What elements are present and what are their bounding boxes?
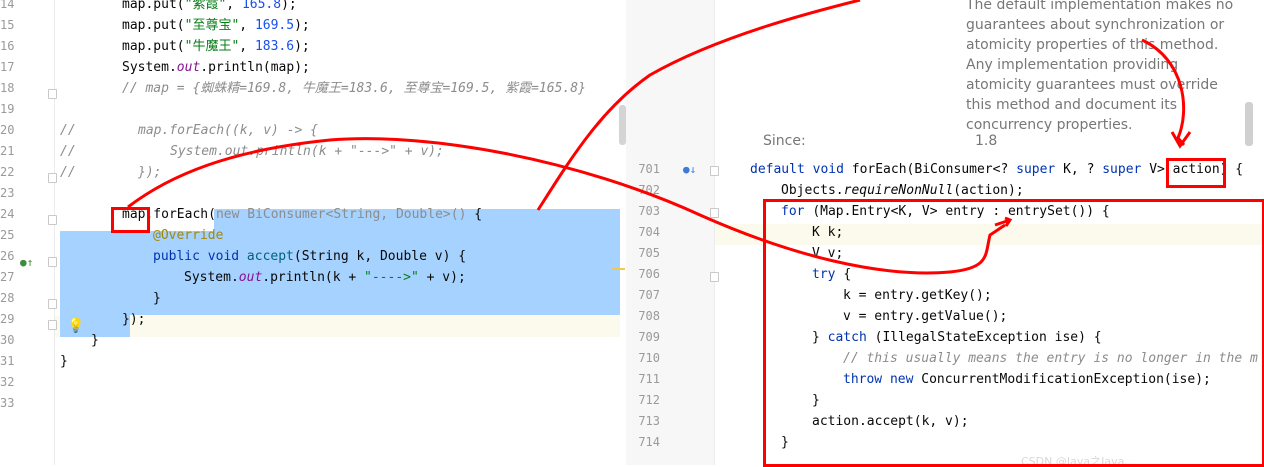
code-line-16: map.put("牛魔王", 183.6); xyxy=(122,39,310,54)
line-number: 21 xyxy=(0,144,15,158)
line-number: 710 xyxy=(638,351,660,365)
line-number: 713 xyxy=(638,414,660,428)
left-scrollbar-thumb[interactable] xyxy=(619,105,626,145)
code-line-26: public void accept(String k, Double v) { xyxy=(153,249,467,264)
line-number: 26 xyxy=(0,249,15,263)
annotation-box-action xyxy=(1166,158,1226,188)
code-line-30: } xyxy=(91,333,99,348)
doc-line: The default implementation makes no xyxy=(966,0,1234,13)
doc-line: Any implementation providing xyxy=(966,57,1179,73)
code-line-15: map.put("至尊宝", 169.5); xyxy=(122,18,310,33)
code-line-22-slashes: // xyxy=(60,165,76,180)
override-gutter-icon[interactable]: ●↑ xyxy=(20,256,34,270)
line-number: 24 xyxy=(0,207,15,221)
line-number: 17 xyxy=(0,60,15,74)
line-number: 711 xyxy=(638,372,660,386)
line-number: 33 xyxy=(0,396,15,410)
code-line-21: System.out.println(k + "--->" + v); xyxy=(170,144,444,159)
doc-line: guarantees about synchronization or xyxy=(966,17,1225,33)
line-number: 28 xyxy=(0,291,15,305)
line-number: 19 xyxy=(0,102,15,116)
line-number: 707 xyxy=(638,288,660,302)
fold-marker[interactable] xyxy=(48,320,57,330)
doc-line: atomicity properties of this method. xyxy=(966,37,1219,53)
line-number: 18 xyxy=(0,81,15,95)
code-line-22: }); xyxy=(138,165,162,180)
line-number: 706 xyxy=(638,267,660,281)
fold-marker[interactable] xyxy=(710,272,719,282)
code-line-28: } xyxy=(153,291,161,306)
line-number: 31 xyxy=(0,354,15,368)
code-line-20-slashes: // xyxy=(60,123,76,138)
code-line-25: @Override xyxy=(153,228,224,243)
fold-marker[interactable] xyxy=(710,166,719,176)
code-line-27: System.out.println(k + "---->" + v); xyxy=(184,270,466,285)
since-value: 1.8 xyxy=(975,133,998,149)
doc-line: concurrency properties. xyxy=(966,117,1133,133)
code-line-29: }); xyxy=(122,312,146,327)
code-line-31: } xyxy=(60,354,68,369)
line-number: 704 xyxy=(638,225,660,239)
javadoc-text: The default implementation makes no guar… xyxy=(966,0,1236,135)
line-number: 16 xyxy=(0,39,15,53)
line-number: 20 xyxy=(0,123,15,137)
code-line-702: Objects.requireNonNull(action); xyxy=(781,183,1024,198)
line-number: 708 xyxy=(638,309,660,323)
line-number: 23 xyxy=(0,186,15,200)
fold-marker[interactable] xyxy=(48,173,57,183)
code-line-24: map.forEach(new BiConsumer<String, Doubl… xyxy=(122,207,483,222)
left-editor-pane[interactable]: 14 15 16 17 18 19 20 21 22 23 24 25 26 27 28 29 30 31 32 33… xyxy=(0,0,626,465)
line-number: 709 xyxy=(638,330,660,344)
code-line-17: System.out.println(map); xyxy=(122,60,310,75)
scroll-marker xyxy=(611,268,625,270)
code-line-18: // map = {蜘蛛精=169.8, 牛魔王=183.6, 至尊宝=169.… xyxy=(122,81,586,96)
line-number: 702 xyxy=(638,183,660,197)
line-number: 714 xyxy=(638,435,660,449)
line-number: 22 xyxy=(0,165,15,179)
line-number: 705 xyxy=(638,246,660,260)
code-line-21-slashes: // xyxy=(60,144,76,159)
fold-marker[interactable] xyxy=(48,257,57,267)
line-number: 29 xyxy=(0,312,15,326)
doc-line: this method and document its xyxy=(966,97,1178,113)
doc-scrollbar-thumb[interactable] xyxy=(1245,102,1253,146)
line-number: 30 xyxy=(0,333,15,347)
line-number: 703 xyxy=(638,204,660,218)
since-label: Since: xyxy=(763,133,806,149)
line-number: 15 xyxy=(0,18,15,32)
fold-marker[interactable] xyxy=(710,208,719,218)
code-line-14: map.put("紫霞", 165.8); xyxy=(122,0,297,12)
doc-line: atomicity guarantees must override xyxy=(966,77,1218,93)
lightbulb-icon[interactable]: 💡 xyxy=(67,318,84,334)
fold-marker[interactable] xyxy=(48,89,57,99)
code-line-20: map.forEach((k, v) -> { xyxy=(138,123,319,138)
fold-marker[interactable] xyxy=(48,299,57,309)
line-number: 27 xyxy=(0,270,15,284)
line-number: 701 xyxy=(638,162,660,176)
line-number: 712 xyxy=(638,393,660,407)
fold-marker[interactable] xyxy=(48,215,57,225)
annotation-box-map xyxy=(111,207,150,233)
line-number: 25 xyxy=(0,228,15,242)
line-number: 14 xyxy=(0,0,15,11)
annotation-box-loop xyxy=(763,199,1264,467)
implementation-gutter-icon[interactable]: ●↓ xyxy=(683,163,696,176)
line-number: 32 xyxy=(0,375,15,389)
